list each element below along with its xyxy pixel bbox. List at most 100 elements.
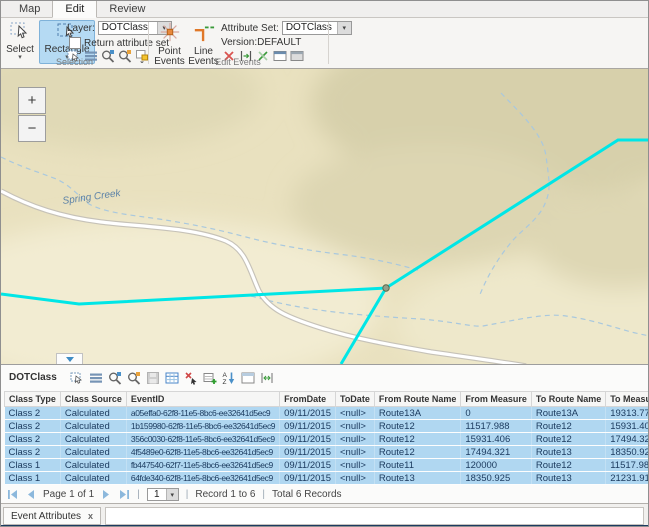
column-header[interactable]: From Measure — [461, 392, 532, 407]
table-cell[interactable]: Route12 — [374, 446, 461, 459]
tab-event-attributes[interactable]: Event Attributes x — [3, 507, 101, 525]
zoom-selection-icon[interactable] — [108, 371, 122, 385]
map-viewport[interactable]: Spring Creek + − — [1, 69, 649, 364]
table-cell[interactable]: 11517.988 — [461, 420, 532, 433]
table-cell[interactable]: <null> — [335, 459, 374, 472]
svg-text:Z: Z — [222, 379, 226, 385]
table-cell[interactable]: Calculated — [60, 472, 126, 485]
table-cell[interactable]: Class 2 — [5, 446, 61, 459]
table-cell[interactable]: <null> — [335, 407, 374, 420]
table-cell[interactable]: 19313.774 — [606, 407, 649, 420]
zoom-out-button[interactable]: − — [18, 115, 46, 142]
column-header[interactable]: EventID — [126, 392, 279, 407]
attribute-set-combobox[interactable]: DOTClass ▾ — [282, 21, 352, 35]
panel-collapse-tab[interactable] — [56, 353, 83, 364]
table-cell[interactable]: 18350.925 — [606, 446, 649, 459]
sort-icon[interactable]: AZ — [222, 371, 236, 385]
chevron-down-icon[interactable]: ▾ — [337, 22, 351, 34]
column-header[interactable]: To Measure — [606, 392, 649, 407]
table-cell[interactable]: Route13 — [374, 472, 461, 485]
select-box-icon[interactable] — [70, 371, 84, 385]
table-cell[interactable]: 356c0030-62f8-11e5-8bc6-ee32641d5ec9 — [126, 433, 279, 446]
table-cell[interactable]: Route13 — [531, 472, 605, 485]
table-cell[interactable]: 0 — [461, 407, 532, 420]
first-page-button[interactable] — [7, 489, 18, 500]
column-header[interactable]: To Route Name — [531, 392, 605, 407]
table-cell[interactable]: Route12 — [374, 433, 461, 446]
table-cell[interactable]: Class 2 — [5, 407, 61, 420]
table-cell[interactable]: 15931.406 — [461, 433, 532, 446]
list-icon[interactable] — [89, 371, 103, 385]
table-cell[interactable]: 09/11/2015 — [280, 472, 336, 485]
table-cell[interactable]: Class 2 — [5, 433, 61, 446]
table-cell[interactable]: Route12 — [531, 459, 605, 472]
table-cell[interactable]: <null> — [335, 433, 374, 446]
table-cell[interactable]: 21231.919 — [606, 472, 649, 485]
table-cell[interactable]: Route13A — [531, 407, 605, 420]
column-header[interactable]: FromDate — [280, 392, 336, 407]
table-cell[interactable]: Route12 — [531, 420, 605, 433]
table-cell[interactable]: <null> — [335, 420, 374, 433]
table-row[interactable]: Class 2Calculated1b159980-62f8-11e5-8bc6… — [5, 420, 649, 433]
table-cell[interactable]: 15931.406 — [606, 420, 649, 433]
table-cell[interactable]: 17494.321 — [606, 433, 649, 446]
table-cell[interactable]: 4f5489e0-62f8-11e5-8bc6-ee32641d5ec9 — [126, 446, 279, 459]
page-number-select[interactable]: 1 ▾ — [147, 488, 179, 501]
table-cell[interactable]: 09/11/2015 — [280, 420, 336, 433]
table-cell[interactable]: Route11 — [374, 459, 461, 472]
tab-edit[interactable]: Edit — [52, 0, 97, 18]
table-cell[interactable]: 64fde340-62f8-11e5-8bc6-ee32641d5ec9 — [126, 472, 279, 485]
column-header[interactable]: Class Type — [5, 392, 61, 407]
column-header[interactable]: ToDate — [335, 392, 374, 407]
table-cell[interactable]: <null> — [335, 472, 374, 485]
table-cell[interactable]: Calculated — [60, 420, 126, 433]
attribute-grid-icon[interactable] — [165, 371, 179, 385]
table-row[interactable]: Class 1Calculatedfb447540-62f7-11e5-8bc6… — [5, 459, 649, 472]
next-page-button[interactable] — [101, 489, 112, 500]
table-cell[interactable]: Calculated — [60, 433, 126, 446]
prev-page-button[interactable] — [25, 489, 36, 500]
table-cell[interactable]: Route13A — [374, 407, 461, 420]
chevron-down-icon[interactable]: ▾ — [166, 489, 178, 500]
identify-form-icon[interactable] — [241, 371, 255, 385]
clear-selection-icon[interactable] — [184, 371, 198, 385]
table-cell[interactable]: Class 1 — [5, 459, 61, 472]
table-cell[interactable]: Calculated — [60, 407, 126, 420]
table-cell[interactable]: 1b159980-62f8-11e5-8bc6-ee32641d5ec9 — [126, 420, 279, 433]
table-cell[interactable]: 17494.321 — [461, 446, 532, 459]
return-attribute-set-checkbox[interactable] — [69, 37, 81, 49]
table-cell[interactable]: 120000 — [461, 459, 532, 472]
zoom-in-button[interactable]: + — [18, 87, 46, 114]
table-cell[interactable]: 09/11/2015 — [280, 459, 336, 472]
save-icon[interactable] — [146, 371, 160, 385]
zoom-feature-icon[interactable] — [127, 371, 141, 385]
table-cell[interactable]: 09/11/2015 — [280, 446, 336, 459]
table-cell[interactable]: Class 1 — [5, 472, 61, 485]
table-row[interactable]: Class 2Calculateda05effa0-62f8-11e5-8bc6… — [5, 407, 649, 420]
table-cell[interactable]: Class 2 — [5, 420, 61, 433]
table-cell[interactable]: Route13 — [531, 446, 605, 459]
column-header[interactable]: Class Source — [60, 392, 126, 407]
tab-review[interactable]: Review — [97, 1, 157, 17]
table-cell[interactable]: Route12 — [374, 420, 461, 433]
close-icon[interactable]: x — [88, 511, 93, 521]
table-cell[interactable]: 18350.925 — [461, 472, 532, 485]
table-cell[interactable]: 11517.988 — [606, 459, 649, 472]
table-cell[interactable]: a05effa0-62f8-11e5-8bc6-ee32641d5ec9 — [126, 407, 279, 420]
table-row[interactable]: Class 2Calculated4f5489e0-62f8-11e5-8bc6… — [5, 446, 649, 459]
last-page-button[interactable] — [119, 489, 130, 500]
table-cell[interactable]: 09/11/2015 — [280, 433, 336, 446]
table-cell[interactable]: 09/11/2015 — [280, 407, 336, 420]
route-junction-marker[interactable] — [383, 285, 389, 291]
table-cell[interactable]: Calculated — [60, 446, 126, 459]
table-cell[interactable]: Route12 — [531, 433, 605, 446]
add-grid-icon[interactable] — [203, 371, 217, 385]
table-cell[interactable]: Calculated — [60, 459, 126, 472]
table-row[interactable]: Class 2Calculated356c0030-62f8-11e5-8bc6… — [5, 433, 649, 446]
tab-map[interactable]: Map — [7, 1, 52, 17]
table-row[interactable]: Class 1Calculated64fde340-62f8-11e5-8bc6… — [5, 472, 649, 485]
column-header[interactable]: From Route Name — [374, 392, 461, 407]
table-cell[interactable]: fb447540-62f7-11e5-8bc6-ee32641d5ec9 — [126, 459, 279, 472]
fit-columns-icon[interactable] — [260, 371, 274, 385]
table-cell[interactable]: <null> — [335, 446, 374, 459]
